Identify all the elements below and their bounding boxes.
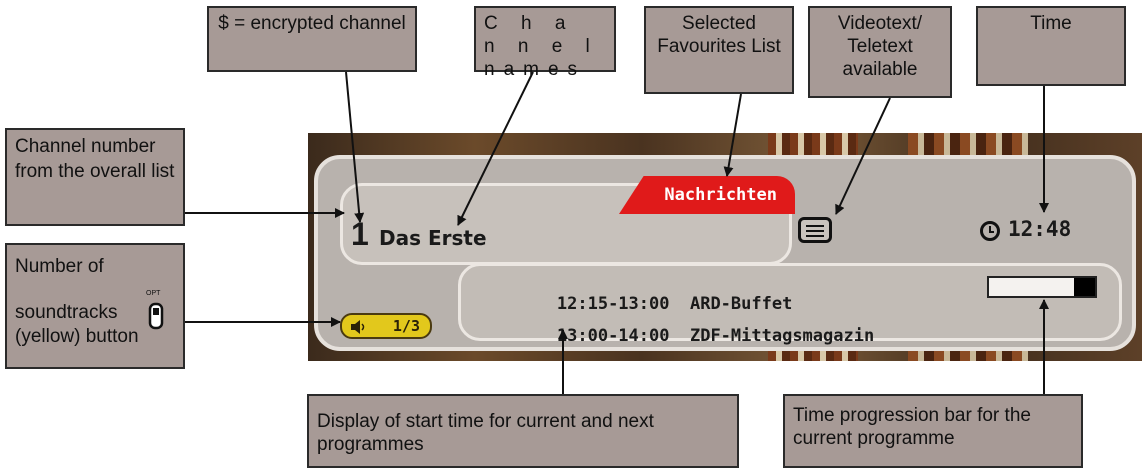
favourites-list-tab: Nachrichten (619, 176, 795, 214)
callout-videotext: Videotext/ Teletext available (808, 6, 952, 98)
programme-box: 12:15-13:00 ARD-Buffet 13:00-14:00 ZDF-M… (458, 263, 1122, 346)
callout-time: Time (976, 6, 1126, 86)
teletext-icon (798, 217, 832, 243)
programme-time: 13:00-14:00 (556, 326, 670, 346)
opt-button-icon (148, 302, 164, 330)
callout-start-time: Display of start time for current and ne… (307, 394, 739, 468)
soundtrack-badge: 1/3 (340, 313, 432, 339)
clock-time: 12:48 (1008, 217, 1072, 241)
soundtracks-line-1: Number of (15, 256, 104, 277)
channel-box: Nachrichten 1 Das Erste (340, 176, 795, 265)
callout-progress-bar: Time progression bar for the current pro… (783, 394, 1083, 468)
speaker-icon (351, 320, 365, 334)
progress-bar (987, 276, 1097, 298)
channel-number: 1 (351, 216, 369, 252)
progress-remaining (1073, 278, 1095, 296)
programme-row-next: 13:00-14:00 ZDF-Mittagsmagazin (475, 306, 874, 361)
programme-title: ZDF-Mittagsmagazin (689, 326, 875, 346)
osd-info-panel: Nachrichten 1 Das Erste 12:48 12:15-13:0… (314, 155, 1136, 351)
callout-favourites-list: Selected Favourites List (644, 6, 794, 94)
channel-name: Das Erste (379, 226, 487, 250)
callout-channel-names: C h a n n e l names (474, 6, 616, 80)
callout-encrypted: $ = encrypted channel (207, 6, 417, 72)
tv-screenshot: Nachrichten 1 Das Erste 12:48 12:15-13:0… (308, 133, 1142, 361)
clock-icon (980, 221, 1000, 241)
soundtrack-count: 1/3 (392, 317, 420, 335)
callout-channel-number: Channel number from the overall list (5, 128, 185, 226)
